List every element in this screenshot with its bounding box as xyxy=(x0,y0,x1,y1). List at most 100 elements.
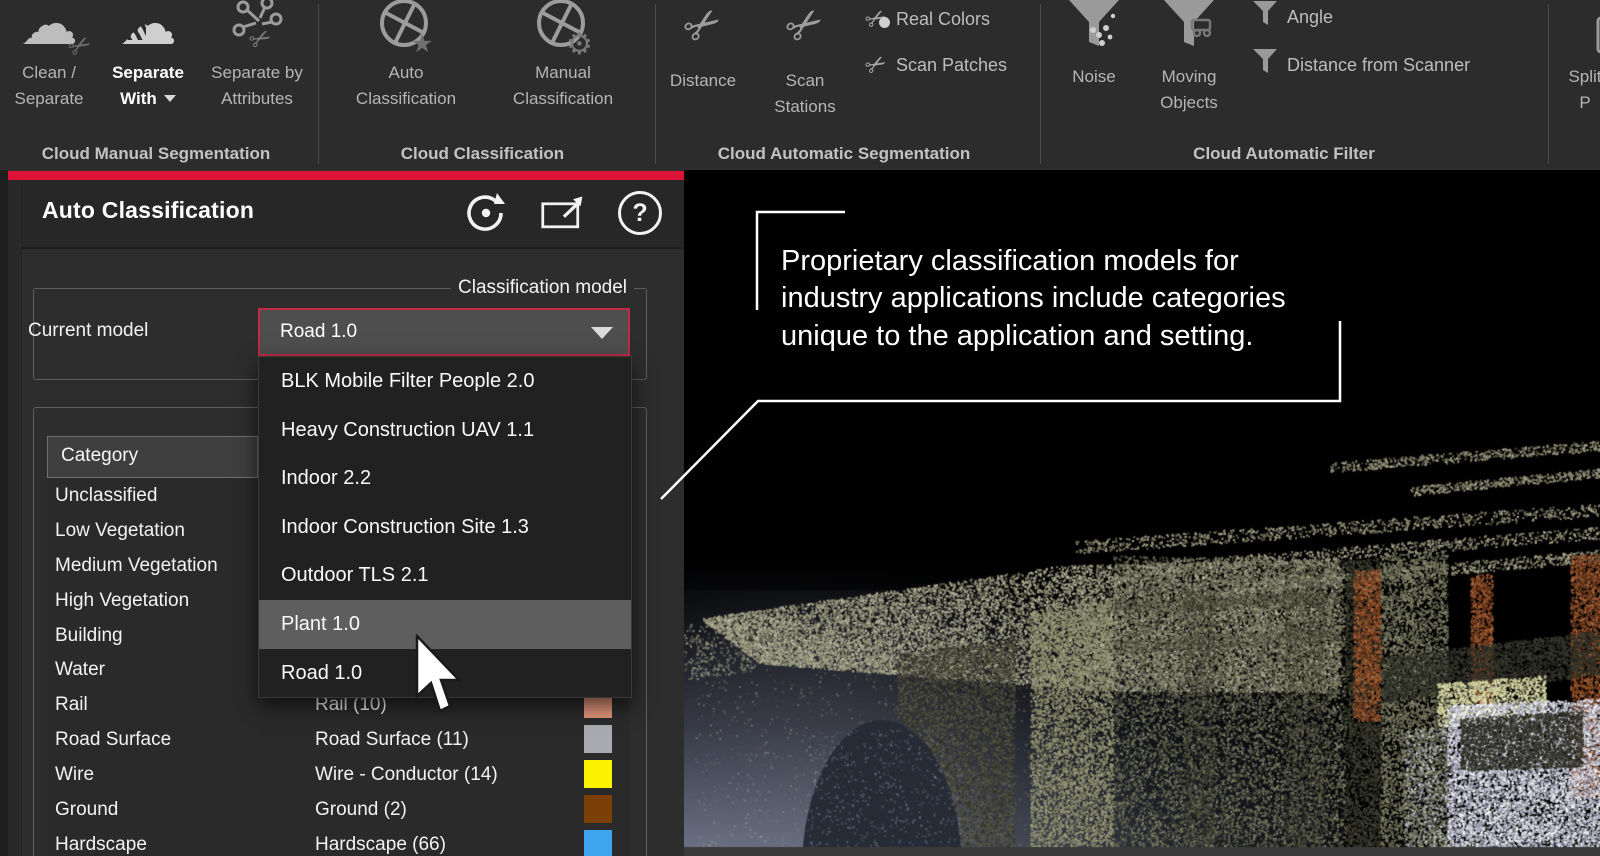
application-window: ☁ ✂ Clean / Separate ☁ Separate With xyxy=(0,0,1600,856)
distance-from-scanner-button[interactable]: Distance from Scanner xyxy=(1252,48,1470,82)
scissors-icon: ✂ xyxy=(866,53,887,78)
table-row[interactable]: Road Surface Road Surface (11) xyxy=(47,722,630,757)
panel-accent-bar xyxy=(8,171,684,180)
point-cloud-canvas[interactable] xyxy=(684,170,1600,856)
funnel-dots-icon xyxy=(1055,0,1133,64)
table-header[interactable]: Category xyxy=(47,436,258,478)
category-cell: High Vegetation xyxy=(55,583,189,618)
button-label: Classification xyxy=(500,86,626,112)
color-swatch[interactable] xyxy=(584,830,612,856)
scan-stations-button[interactable]: ✂ Scan Stations xyxy=(764,0,846,140)
panel-title: Auto Classification xyxy=(42,197,254,224)
scan-patches-button[interactable]: ✂ Scan Patches xyxy=(866,48,1007,82)
funnel-icon xyxy=(1252,1,1278,34)
ribbon-divider xyxy=(655,4,656,164)
mapped-class-cell: Hardscape (66) xyxy=(315,827,446,856)
chevron-down-icon xyxy=(591,327,613,339)
button-label: Classification xyxy=(345,86,467,112)
moving-objects-button[interactable]: Moving Objects xyxy=(1145,0,1233,140)
button-label: Distance from Scanner xyxy=(1287,55,1470,76)
category-cell: Low Vegetation xyxy=(55,513,185,548)
table-row[interactable]: Hardscape Hardscape (66) xyxy=(47,827,630,856)
dropdown-item[interactable]: Heavy Construction UAV 1.1 xyxy=(259,406,631,455)
scissors-glyph: ✂ xyxy=(777,0,832,55)
category-cell: Ground xyxy=(55,792,118,827)
svg-text:★: ★ xyxy=(411,30,433,58)
button-label: Separate xyxy=(96,60,200,86)
category-cell: Building xyxy=(55,618,123,653)
dropdown-item-highlighted[interactable]: Plant 1.0 xyxy=(259,600,631,649)
button-label: Scan xyxy=(764,68,846,94)
color-swatch[interactable] xyxy=(584,760,612,788)
color-swatch[interactable] xyxy=(584,795,612,823)
clean-separate-button[interactable]: ☁ ✂ Clean / Separate xyxy=(4,0,94,140)
button-label: Moving xyxy=(1145,64,1233,90)
dropdown-item[interactable]: Outdoor TLS 2.1 xyxy=(259,551,631,600)
real-colors-button[interactable]: ✂ Real Colors xyxy=(866,2,990,36)
table-row[interactable]: Ground Ground (2) xyxy=(47,792,630,827)
dropdown-item[interactable]: BLK Mobile Filter People 2.0 xyxy=(259,357,631,406)
distance-button[interactable]: ✂ Distance xyxy=(662,0,744,140)
category-cell: Medium Vegetation xyxy=(55,548,218,583)
combobox-value: Road 1.0 xyxy=(280,310,357,354)
sphere-gear-icon: ⚙ xyxy=(500,0,626,60)
scissors-station-icon: ✂ xyxy=(764,0,846,68)
popout-button[interactable] xyxy=(540,190,586,236)
color-swatch[interactable] xyxy=(584,725,612,753)
current-model-label: Current model xyxy=(28,320,148,342)
button-label: Stations xyxy=(764,94,846,120)
auto-classification-button[interactable]: ★ Auto Classification xyxy=(345,0,467,140)
button-label: Split xyxy=(1550,64,1600,90)
angle-button[interactable]: Angle xyxy=(1252,0,1333,34)
scissors-dot-icon: ✂ xyxy=(866,7,887,32)
spray-bottle-icon xyxy=(1550,0,1600,64)
auto-classification-panel: Auto Classification ? xyxy=(8,170,684,856)
svg-text:⚙: ⚙ xyxy=(566,28,593,58)
ribbon-group-label: Cloud Manual Segmentation xyxy=(6,144,306,166)
button-label: Angle xyxy=(1287,7,1333,28)
panel-left-strip xyxy=(8,180,22,856)
scissors-glyph: ✂ xyxy=(675,0,730,55)
noise-button[interactable]: Noise xyxy=(1055,0,1133,140)
network-scissors-icon: ✂ xyxy=(202,0,312,60)
funnel-truck-icon xyxy=(1145,0,1233,64)
separate-with-button[interactable]: ☁ Separate With xyxy=(96,0,200,140)
button-label: Auto xyxy=(345,60,467,86)
ribbon-group-label: Cloud Classification xyxy=(360,144,605,166)
ribbon-group-label: Cloud Automatic Filter xyxy=(1160,144,1408,166)
mapped-class-cell: Road Surface (11) xyxy=(315,722,469,757)
separate-by-attributes-button[interactable]: ✂ Separate by Attributes xyxy=(202,0,312,140)
reset-button[interactable] xyxy=(462,190,508,236)
button-label: Scan Patches xyxy=(896,55,1007,76)
cloud-scissors-icon: ☁ ✂ xyxy=(4,0,94,60)
button-label: Real Colors xyxy=(896,9,990,30)
panel-header: Auto Classification ? xyxy=(8,180,684,249)
dropdown-item[interactable]: Indoor Construction Site 1.3 xyxy=(259,503,631,552)
category-cell: Rail xyxy=(55,687,88,722)
button-label: Objects xyxy=(1145,90,1233,116)
manual-classification-button[interactable]: ⚙ Manual Classification xyxy=(500,0,626,140)
mapped-class-cell: Wire - Conductor (14) xyxy=(315,757,498,792)
button-label: Distance xyxy=(662,68,744,94)
funnel-icon xyxy=(1252,49,1278,82)
table-row[interactable]: Wire Wire - Conductor (14) xyxy=(47,757,630,792)
button-label: With xyxy=(120,89,157,108)
split-button[interactable]: Split P xyxy=(1550,0,1600,140)
cloud-stripes-icon: ☁ xyxy=(96,0,200,60)
category-cell: Wire xyxy=(55,757,94,792)
dropdown-item[interactable]: Road 1.0 xyxy=(259,649,631,698)
ribbon-divider xyxy=(318,4,319,164)
button-label: Manual xyxy=(500,60,626,86)
dropdown-item[interactable]: Indoor 2.2 xyxy=(259,454,631,503)
category-cell: Water xyxy=(55,652,105,687)
help-icon: ? xyxy=(618,191,662,235)
help-button[interactable]: ? xyxy=(617,190,663,236)
button-label: Separate xyxy=(4,86,94,112)
current-model-combobox[interactable]: Road 1.0 xyxy=(258,308,630,356)
color-dot xyxy=(879,17,890,28)
scissors-ruler-icon: ✂ xyxy=(662,0,744,68)
button-label: P xyxy=(1550,90,1600,116)
3d-viewport[interactable] xyxy=(684,170,1600,856)
model-dropdown-list: BLK Mobile Filter People 2.0 Heavy Const… xyxy=(258,356,632,698)
header-label: Category xyxy=(61,445,257,467)
